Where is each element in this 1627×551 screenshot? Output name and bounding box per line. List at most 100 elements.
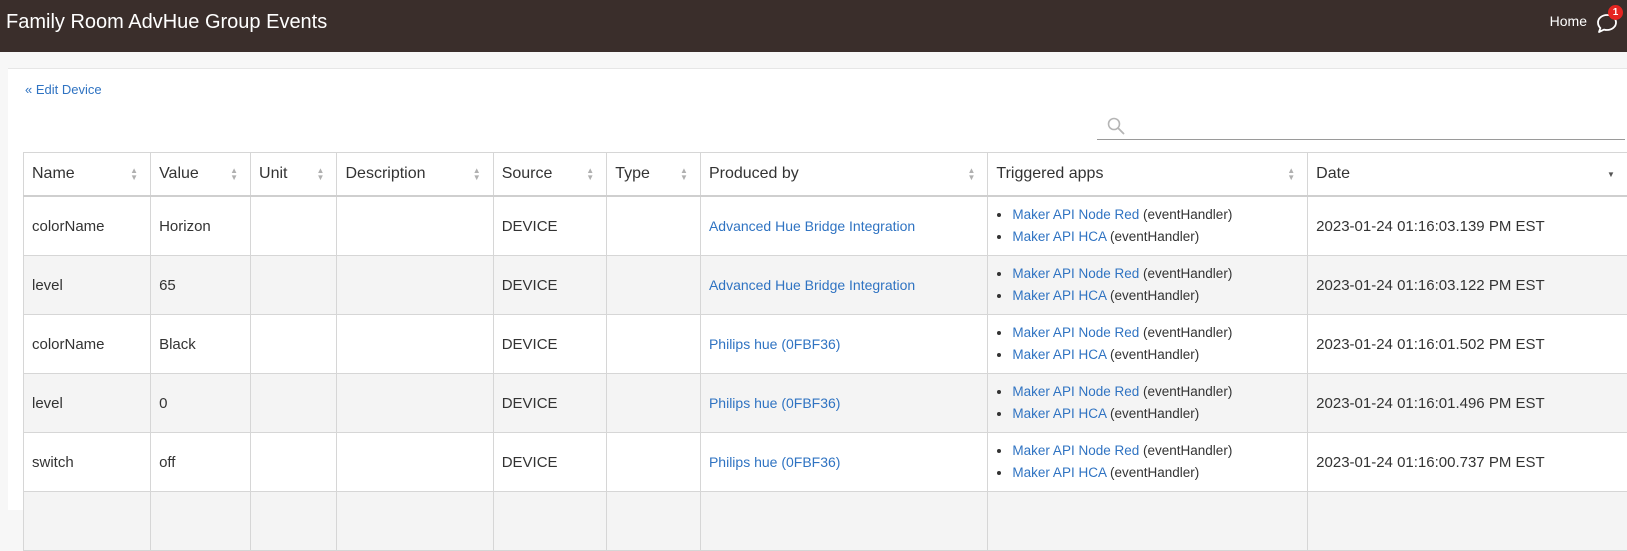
cell-triggered-apps: Maker API Node Red (eventHandler) Maker … [988, 433, 1308, 492]
sort-desc-icon: ▼ [1607, 171, 1615, 178]
cell-source: DEVICE [493, 374, 607, 433]
cell-name: colorName [24, 196, 151, 256]
search-icon [1107, 117, 1125, 135]
search-input[interactable] [1131, 113, 1615, 137]
cell-produced-by: Philips hue (0FBF36) [700, 433, 987, 492]
cell-name: switch [24, 433, 151, 492]
triggered-app-link[interactable]: Maker API HCA [1012, 465, 1106, 480]
column-header-source[interactable]: Source▲▼ [493, 153, 607, 197]
handler-label: (eventHandler) [1143, 384, 1232, 399]
sort-arrows-icon: ▲▼ [316, 167, 324, 181]
column-header-triggered-apps[interactable]: Triggered apps▲▼ [988, 153, 1308, 197]
triggered-app-link[interactable]: Maker API Node Red [1012, 325, 1139, 340]
column-header-type[interactable]: Type▲▼ [607, 153, 701, 197]
handler-label: (eventHandler) [1143, 266, 1232, 281]
sort-arrows-icon: ▲▼ [130, 167, 138, 181]
top-bar: Family Room AdvHue Group Events Home 1 [0, 0, 1627, 52]
page-title: Family Room AdvHue Group Events [6, 10, 327, 34]
cell-source: DEVICE [493, 315, 607, 374]
produced-by-link[interactable]: Philips hue (0FBF36) [709, 395, 841, 411]
triggered-app-link[interactable]: Maker API Node Red [1012, 266, 1139, 281]
sort-arrows-icon: ▲▼ [680, 167, 688, 181]
cell-date: 2023-01-24 01:16:03.122 PM EST [1308, 256, 1627, 315]
cell-produced-by: Advanced Hue Bridge Integration [700, 196, 987, 256]
produced-by-link[interactable]: Philips hue (0FBF36) [709, 454, 841, 470]
cell-source: DEVICE [493, 256, 607, 315]
triggered-app-link[interactable]: Maker API Node Red [1012, 384, 1139, 399]
cell-source: DEVICE [493, 196, 607, 256]
triggered-app-link[interactable]: Maker API HCA [1012, 229, 1106, 244]
column-header-description[interactable]: Description▲▼ [337, 153, 493, 197]
cell-produced-by [700, 492, 987, 551]
edit-device-link[interactable]: « Edit Device [25, 82, 102, 97]
produced-by-link[interactable]: Advanced Hue Bridge Integration [709, 218, 915, 234]
cell-description [337, 256, 493, 315]
cell-date: 2023-01-24 01:16:03.139 PM EST [1308, 196, 1627, 256]
cell-date [1308, 492, 1627, 551]
cell-type [607, 433, 701, 492]
triggered-app-item: Maker API Node Red (eventHandler) [1012, 322, 1299, 344]
column-header-unit[interactable]: Unit▲▼ [251, 153, 337, 197]
triggered-app-link[interactable]: Maker API Node Red [1012, 207, 1139, 222]
cell-type [607, 256, 701, 315]
triggered-app-item: Maker API Node Red (eventHandler) [1012, 381, 1299, 403]
cell-source: DEVICE [493, 433, 607, 492]
cell-date: 2023-01-24 01:16:01.502 PM EST [1308, 315, 1627, 374]
sort-arrows-icon: ▲▼ [586, 167, 594, 181]
table-row: level 65 DEVICE Advanced Hue Bridge Inte… [24, 256, 1627, 315]
cell-triggered-apps: Maker API Node Red (eventHandler) Maker … [988, 374, 1308, 433]
cell-name: level [24, 374, 151, 433]
cell-type [607, 315, 701, 374]
column-header-produced-by[interactable]: Produced by▲▼ [700, 153, 987, 197]
triggered-app-link[interactable]: Maker API Node Red [1012, 443, 1139, 458]
cell-produced-by: Advanced Hue Bridge Integration [700, 256, 987, 315]
cell-triggered-apps: Maker API Node Red (eventHandler) Maker … [988, 256, 1308, 315]
cell-description [337, 315, 493, 374]
handler-label: (eventHandler) [1143, 207, 1232, 222]
handler-label: (eventHandler) [1110, 347, 1199, 362]
cell-date: 2023-01-24 01:16:01.496 PM EST [1308, 374, 1627, 433]
column-header-name[interactable]: Name▲▼ [24, 153, 151, 197]
table-header-row: Name▲▼ Value▲▼ Unit▲▼ Description▲▼ Sour… [24, 153, 1627, 197]
cell-produced-by: Philips hue (0FBF36) [700, 315, 987, 374]
cell-unit [251, 256, 337, 315]
cell-value: Horizon [151, 196, 251, 256]
handler-label: (eventHandler) [1143, 325, 1232, 340]
column-header-date[interactable]: Date▼ [1308, 153, 1627, 197]
cell-triggered-apps: Maker API Node Red (eventHandler) Maker … [988, 196, 1308, 256]
events-card: « Edit Device Name▲▼ Value▲▼ Unit▲▼ Desc… [8, 68, 1627, 510]
triggered-app-item: Maker API HCA (eventHandler) [1012, 226, 1299, 248]
cell-triggered-apps: Maker API Node Red (eventHandler) Maker … [988, 315, 1308, 374]
table-row: level 0 DEVICE Philips hue (0FBF36) Make… [24, 374, 1627, 433]
handler-label: (eventHandler) [1110, 406, 1199, 421]
cell-name [24, 492, 151, 551]
table-row [24, 492, 1627, 551]
cell-produced-by: Philips hue (0FBF36) [700, 374, 987, 433]
triggered-app-item: Maker API HCA (eventHandler) [1012, 344, 1299, 366]
cell-unit [251, 374, 337, 433]
cell-unit [251, 315, 337, 374]
table-row: switch off DEVICE Philips hue (0FBF36) M… [24, 433, 1627, 492]
cell-description [337, 433, 493, 492]
cell-value: 65 [151, 256, 251, 315]
produced-by-link[interactable]: Philips hue (0FBF36) [709, 336, 841, 352]
handler-label: (eventHandler) [1110, 465, 1199, 480]
triggered-app-link[interactable]: Maker API HCA [1012, 406, 1106, 421]
notification-badge: 1 [1608, 5, 1623, 20]
column-header-value[interactable]: Value▲▼ [151, 153, 251, 197]
search-box [1097, 111, 1625, 140]
cell-name: level [24, 256, 151, 315]
cell-value: Black [151, 315, 251, 374]
notifications-button[interactable]: 1 [1595, 12, 1619, 36]
cell-name: colorName [24, 315, 151, 374]
triggered-app-link[interactable]: Maker API HCA [1012, 288, 1106, 303]
cell-unit [251, 196, 337, 256]
handler-label: (eventHandler) [1110, 288, 1199, 303]
cell-date: 2023-01-24 01:16:00.737 PM EST [1308, 433, 1627, 492]
cell-description [337, 196, 493, 256]
produced-by-link[interactable]: Advanced Hue Bridge Integration [709, 277, 915, 293]
sort-arrows-icon: ▲▼ [1287, 167, 1295, 181]
cell-triggered-apps [988, 492, 1308, 551]
home-link[interactable]: Home [1550, 13, 1587, 29]
triggered-app-link[interactable]: Maker API HCA [1012, 347, 1106, 362]
